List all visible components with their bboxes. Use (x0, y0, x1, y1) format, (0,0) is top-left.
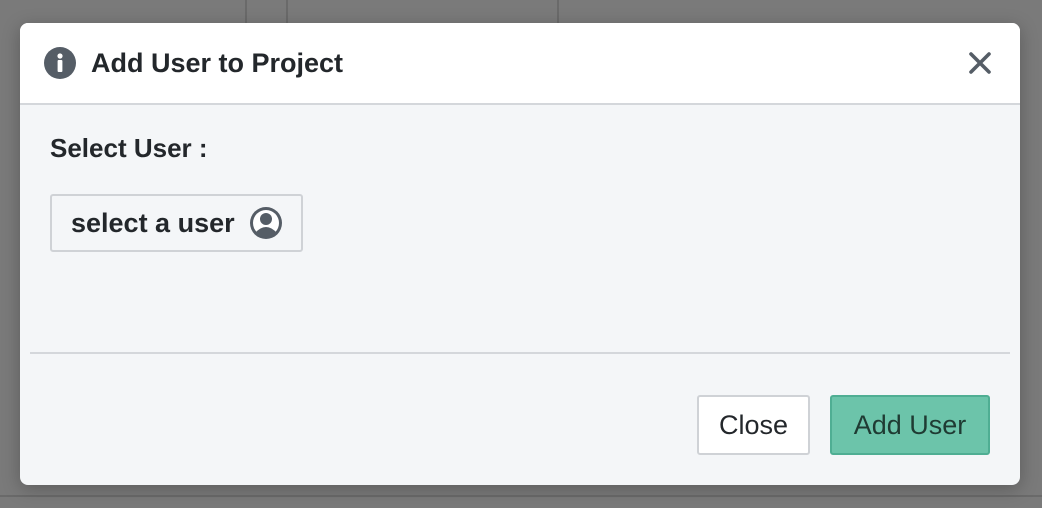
background-divider (245, 0, 247, 23)
info-icon (44, 47, 76, 79)
background-divider (557, 0, 559, 23)
footer-divider (30, 352, 1010, 354)
close-button[interactable]: Close (697, 395, 810, 455)
background-divider (0, 495, 1042, 497)
close-icon[interactable] (966, 49, 994, 77)
user-select-button[interactable]: select a user (50, 194, 303, 252)
modal-title: Add User to Project (91, 47, 344, 78)
modal-header: Add User to Project (20, 23, 1020, 105)
user-icon (249, 206, 283, 240)
add-user-button[interactable]: Add User (830, 395, 990, 455)
user-select-label: select a user (71, 207, 235, 238)
modal-footer: Close Add User (697, 395, 990, 455)
modal-body: Select User : select a user (20, 105, 1020, 325)
select-user-label: Select User : (50, 133, 208, 163)
background-divider (286, 0, 288, 23)
add-user-modal: Add User to Project Select User : select… (20, 23, 1020, 485)
